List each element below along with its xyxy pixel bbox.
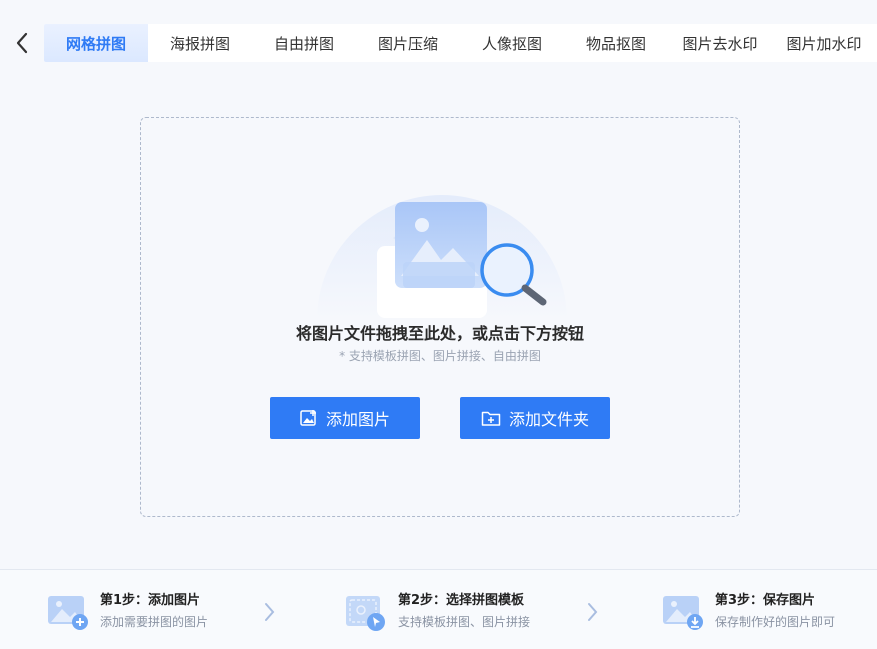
chevron-left-icon xyxy=(16,32,28,54)
drop-zone-subtitle: * 支持模板拼图、图片拼接、自由拼图 xyxy=(339,349,541,363)
tab-add-watermark[interactable]: 图片加水印 xyxy=(772,24,876,62)
tab-poster-collage[interactable]: 海报拼图 xyxy=(148,24,252,62)
tab-object-cutout[interactable]: 物品抠图 xyxy=(564,24,668,62)
tool-tab-bar: 网格拼图 海报拼图 自由拼图 图片压缩 人像抠图 物品抠图 图片去水印 图片加水… xyxy=(44,24,877,62)
file-drop-zone[interactable]: 将图片文件拖拽至此处，或点击下方按钮 * 支持模板拼图、图片拼接、自由拼图 添加… xyxy=(140,117,740,517)
add-folder-button[interactable]: 添加文件夹 xyxy=(460,397,610,439)
step-2-desc: 支持模板拼图、图片拼接 xyxy=(398,615,531,629)
save-image-icon xyxy=(663,596,703,630)
tab-free-collage[interactable]: 自由拼图 xyxy=(252,24,356,62)
chevron-right-icon xyxy=(265,603,275,621)
template-select-icon xyxy=(346,596,385,631)
step-3: 第3步：保存图片 保存制作好的图片即可 xyxy=(663,592,835,632)
steps-guide: 第1步：添加图片 添加需要拼图的图片 第2步：选择拼图模板 支持模板拼图、图片拼… xyxy=(0,569,877,649)
step-1-desc: 添加需要拼图的图片 xyxy=(100,615,209,629)
step-1-title: 第1步：添加图片 xyxy=(100,593,201,608)
step-2-title: 第2步：选择拼图模板 xyxy=(398,593,525,608)
tab-portrait-cutout[interactable]: 人像抠图 xyxy=(460,24,564,62)
step-3-desc: 保存制作好的图片即可 xyxy=(715,615,836,629)
app-window: 网格拼图 海报拼图 自由拼图 图片压缩 人像抠图 物品抠图 图片去水印 图片加水… xyxy=(0,0,877,649)
step-1: 第1步：添加图片 添加需要拼图的图片 xyxy=(48,592,208,632)
tab-image-compress[interactable]: 图片压缩 xyxy=(356,24,460,62)
step-3-title: 第3步：保存图片 xyxy=(715,593,816,608)
add-image-button[interactable]: 添加图片 xyxy=(270,397,420,439)
image-search-illustration xyxy=(317,195,567,320)
tab-grid-collage[interactable]: 网格拼图 xyxy=(44,24,148,62)
chevron-right-icon xyxy=(588,603,598,621)
drop-zone-title: 将图片文件拖拽至此处，或点击下方按钮 xyxy=(295,324,584,343)
back-button[interactable] xyxy=(6,24,38,62)
step-2: 第2步：选择拼图模板 支持模板拼图、图片拼接 xyxy=(346,592,530,632)
tab-remove-watermark[interactable]: 图片去水印 xyxy=(668,24,772,62)
add-folder-label: 添加文件夹 xyxy=(508,410,589,429)
add-image-label: 添加图片 xyxy=(325,410,390,429)
add-image-icon xyxy=(300,410,316,426)
add-folder-icon xyxy=(481,411,501,426)
add-image-icon xyxy=(48,596,88,630)
